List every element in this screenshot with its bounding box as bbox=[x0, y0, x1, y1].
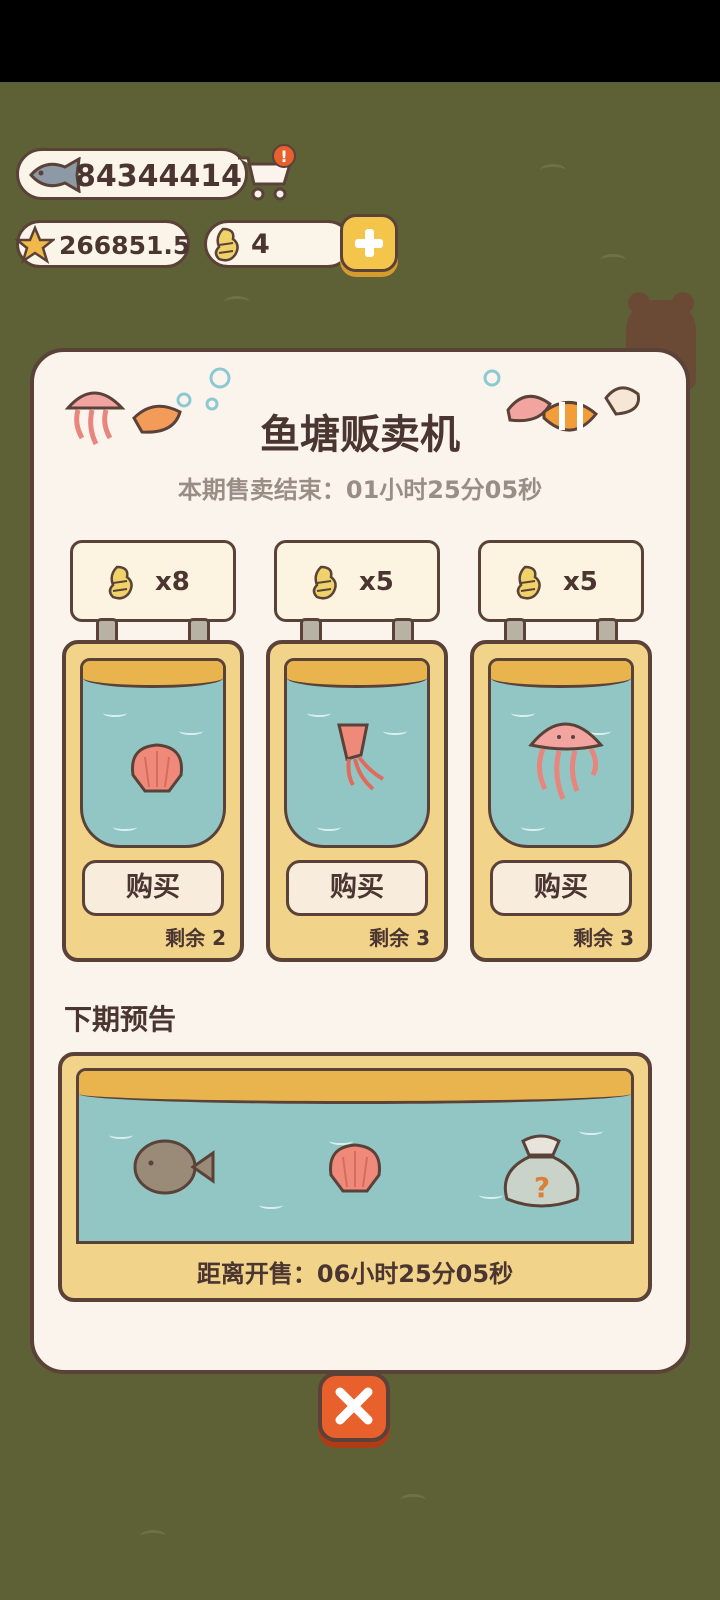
remaining-count: 剩余 3 bbox=[573, 926, 634, 950]
add-seeds-button[interactable] bbox=[340, 214, 398, 272]
close-icon bbox=[335, 1387, 373, 1425]
grass-tuft bbox=[540, 164, 566, 177]
clownfish-decoration-icon bbox=[483, 369, 641, 432]
grass-tuft bbox=[224, 296, 250, 309]
next-sale-countdown: 距离开售：06小时25分05秒 bbox=[196, 1260, 514, 1288]
item-price: x5 bbox=[563, 567, 598, 597]
seed-icon bbox=[108, 565, 133, 600]
item-tank: 购买 剩余 3 bbox=[266, 640, 448, 962]
star-icon bbox=[15, 225, 55, 264]
tank-water bbox=[488, 658, 634, 848]
squid-icon bbox=[337, 723, 385, 791]
buy-button[interactable]: 购买 bbox=[286, 860, 428, 916]
grass-tuft bbox=[140, 1530, 166, 1543]
star-counter: 266851.5 bbox=[15, 220, 191, 268]
shell-icon bbox=[131, 743, 183, 793]
buy-button[interactable]: 购买 bbox=[82, 860, 224, 916]
grass-tuft bbox=[400, 1494, 426, 1507]
seed-value: 4 bbox=[251, 229, 270, 260]
price-tag: x8 bbox=[70, 540, 236, 622]
next-period-tank: ? 距离开售：06小时25分05秒 bbox=[58, 1052, 652, 1302]
shop-item-card: x8 购买 剩余 2 bbox=[62, 540, 244, 962]
star-value: 266851.5 bbox=[59, 231, 191, 260]
grass-tuft bbox=[600, 254, 626, 267]
fish-coin-value: 84344414 bbox=[75, 159, 242, 194]
tank-water bbox=[80, 658, 226, 848]
sale-end-timer: 本期售卖结束：01小时25分05秒 bbox=[177, 476, 543, 504]
shop-item-card: x5 购买 剩余 3 bbox=[470, 540, 652, 962]
item-price: x8 bbox=[155, 567, 190, 597]
remaining-count: 剩余 3 bbox=[369, 926, 430, 950]
mystery-bag-icon: ? bbox=[503, 1134, 580, 1208]
item-tank: 购买 剩余 2 bbox=[62, 640, 244, 962]
fish-coin-counter: 84344414 bbox=[16, 148, 248, 200]
price-tag: x5 bbox=[478, 540, 644, 622]
jellyfish-icon bbox=[528, 722, 604, 800]
item-price: x5 bbox=[359, 567, 394, 597]
seed-icon bbox=[214, 227, 239, 262]
tank-water: ? bbox=[76, 1068, 634, 1244]
shell-icon bbox=[329, 1143, 381, 1193]
price-tag: x5 bbox=[274, 540, 440, 622]
svg-text:?: ? bbox=[534, 1171, 550, 1204]
item-tank: 购买 剩余 3 bbox=[470, 640, 652, 962]
remaining-count: 剩余 2 bbox=[165, 926, 226, 950]
tank-water bbox=[284, 658, 430, 848]
shop-cart-button[interactable]: ! bbox=[232, 144, 300, 204]
status-bar bbox=[0, 0, 720, 82]
next-period-title: 下期预告 bbox=[64, 1003, 177, 1036]
close-button[interactable] bbox=[318, 1372, 390, 1442]
pufferfish-icon bbox=[133, 1139, 215, 1195]
seed-counter: 4 bbox=[204, 220, 352, 268]
shop-item-card: x5 购买 剩余 3 bbox=[266, 540, 448, 962]
seed-icon bbox=[312, 565, 337, 600]
seed-icon bbox=[516, 565, 541, 600]
buy-button[interactable]: 购买 bbox=[490, 860, 632, 916]
svg-text:!: ! bbox=[280, 147, 287, 166]
